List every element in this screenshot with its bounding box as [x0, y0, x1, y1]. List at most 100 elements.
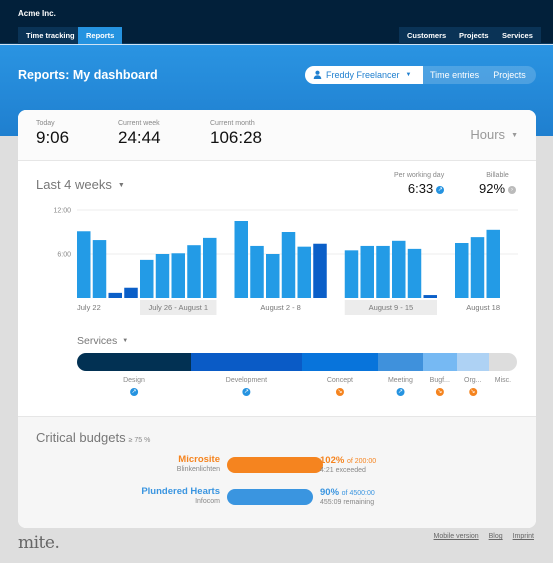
services-selector-label: Services — [77, 335, 118, 347]
bar — [407, 248, 422, 298]
nav-tab-time-tracking[interactable]: Time tracking — [18, 27, 83, 44]
unit-selector-label: Hours — [470, 127, 506, 142]
bar — [250, 245, 264, 298]
x-axis-label: July 22 — [77, 303, 101, 312]
y-tick-label: 12:00 — [53, 208, 71, 215]
service-segment[interactable] — [77, 353, 191, 371]
bar — [455, 243, 469, 298]
imprint-link[interactable]: Imprint — [513, 533, 534, 540]
nav-tab-projects[interactable]: Projects — [451, 27, 497, 44]
y-tick-label: 6:00 — [57, 252, 71, 259]
top-navigation-bar: Acme Inc. Time tracking Reports Customer… — [0, 0, 553, 44]
chevron-down-icon: ▼ — [405, 72, 412, 78]
x-axis-label: July 26 - August 1 — [148, 303, 208, 312]
bar — [266, 254, 280, 298]
services-share-bar — [77, 353, 517, 371]
budget-row[interactable]: Microsite Blinkenlichten 102% of 200:00 … — [18, 454, 536, 480]
kpi-billable: Billable 92% › — [479, 172, 517, 196]
budget-project: Microsite Blinkenlichten — [177, 454, 220, 473]
nav-tab-customers[interactable]: Customers — [399, 27, 455, 44]
service-segment[interactable] — [377, 353, 423, 371]
stat-value: 106:28 — [210, 128, 262, 147]
bar — [92, 240, 107, 298]
budget-remark: 455:09 remaining — [320, 499, 375, 506]
service-legend-item: Bugf... ↘ — [430, 377, 450, 396]
budget-total: of 200:00 — [346, 458, 377, 465]
projects-link[interactable]: Projects — [486, 66, 533, 84]
service-segment[interactable] — [488, 353, 517, 371]
budget-progress-fill — [227, 457, 323, 473]
service-label: Meeting — [387, 377, 413, 384]
service-label: Concept — [326, 377, 353, 384]
bar — [423, 295, 437, 298]
bar — [392, 240, 406, 298]
service-legend-item: Misc. — [495, 377, 511, 384]
stat-label: Today — [36, 120, 55, 127]
service-segment[interactable] — [456, 353, 489, 371]
blog-link[interactable]: Blog — [489, 533, 503, 540]
services-legend: Design ↗ Development ↗ Concept ↘ Meeting ↗ Bugf.… — [77, 377, 517, 401]
kpi-per-working-day: Per working day 6:33 ↗ — [394, 172, 445, 196]
service-legend-item: Meeting ↗ — [388, 377, 413, 396]
x-axis-label: August 18 — [466, 303, 500, 312]
bar — [344, 250, 359, 298]
service-legend-item: Development ↗ — [226, 377, 267, 396]
user-selector[interactable]: Freddy Freelancer ▼ — [305, 66, 423, 84]
section-title: Critical budgets — [36, 430, 126, 445]
service-label: Design — [123, 377, 145, 384]
trend-up-icon: ↗ — [242, 388, 251, 396]
company-name: Acme Inc. — [18, 9, 56, 18]
period-selector[interactable]: Last 4 weeks ▼ — [36, 177, 125, 192]
budget-row[interactable]: Plundered Hearts Infocom 90% of 4500:00 … — [18, 486, 536, 512]
kpi-value: 92% — [479, 181, 506, 196]
dashboard-card: Today 9:06 Current week 24:44 Current mo… — [18, 110, 536, 528]
chevron-down-icon: ▼ — [122, 338, 129, 345]
stat-current-week: Current week 24:44 — [118, 120, 161, 148]
service-segment[interactable] — [301, 353, 378, 371]
period-selector-label: Last 4 weeks — [36, 177, 112, 192]
project-name[interactable]: Plundered Hearts — [141, 486, 220, 497]
critical-budgets-section: Critical budgets ≥ 75 % Microsite Blinken… — [18, 416, 536, 528]
budget-remark: 4:21 exceeded — [320, 467, 366, 474]
trend-down-icon: ↘ — [335, 388, 344, 396]
customer-name: Blinkenlichten — [176, 466, 220, 473]
bar — [124, 287, 138, 298]
budget-percent: 102% — [320, 455, 345, 466]
service-label: Org... — [464, 377, 482, 384]
stat-current-month: Current month 106:28 — [210, 120, 262, 148]
customer-name: Infocom — [195, 498, 220, 505]
mobile-version-link[interactable]: Mobile version — [434, 533, 479, 540]
nav-tab-services[interactable]: Services — [494, 27, 541, 44]
time-entries-link[interactable]: Time entries — [423, 66, 486, 84]
kpi-label: Per working day — [394, 172, 445, 179]
bar — [187, 245, 201, 298]
budget-total: of 4500:00 — [341, 490, 375, 497]
page-title: Reports: My dashboard — [18, 68, 158, 82]
x-axis-label: August 2 - 8 — [260, 303, 300, 312]
budget-project: Plundered Hearts Infocom — [141, 486, 220, 505]
stat-value: 24:44 — [118, 128, 161, 147]
budget-info: 102% of 200:00 4:21 exceeded — [320, 455, 376, 474]
stat-label: Current month — [210, 120, 255, 127]
budget-progress-fill — [227, 489, 314, 505]
user-selector-label: Freddy Freelancer — [326, 70, 400, 80]
stat-label: Current week — [118, 120, 160, 127]
bar — [234, 221, 248, 298]
user-icon — [313, 70, 322, 81]
bar — [313, 243, 327, 298]
trend-up-icon: ↗ — [129, 388, 138, 396]
services-selector[interactable]: Services ▼ — [77, 335, 128, 347]
budget-info: 90% of 4500:00 455:09 remaining — [320, 487, 375, 506]
bar — [108, 292, 122, 298]
service-legend-item: Design ↗ — [123, 377, 145, 396]
critical-budgets-title: Critical budgets ≥ 75 % — [36, 430, 150, 445]
unit-selector[interactable]: Hours ▼ — [470, 127, 518, 142]
service-segment[interactable] — [190, 353, 302, 371]
kpi-label: Billable — [486, 172, 509, 179]
project-name[interactable]: Microsite — [177, 454, 220, 465]
arrow-up-right-icon: ↗ — [436, 185, 445, 194]
service-segment[interactable] — [422, 353, 457, 371]
bar — [486, 229, 500, 298]
bar — [140, 259, 154, 298]
nav-tab-reports[interactable]: Reports — [78, 27, 123, 44]
